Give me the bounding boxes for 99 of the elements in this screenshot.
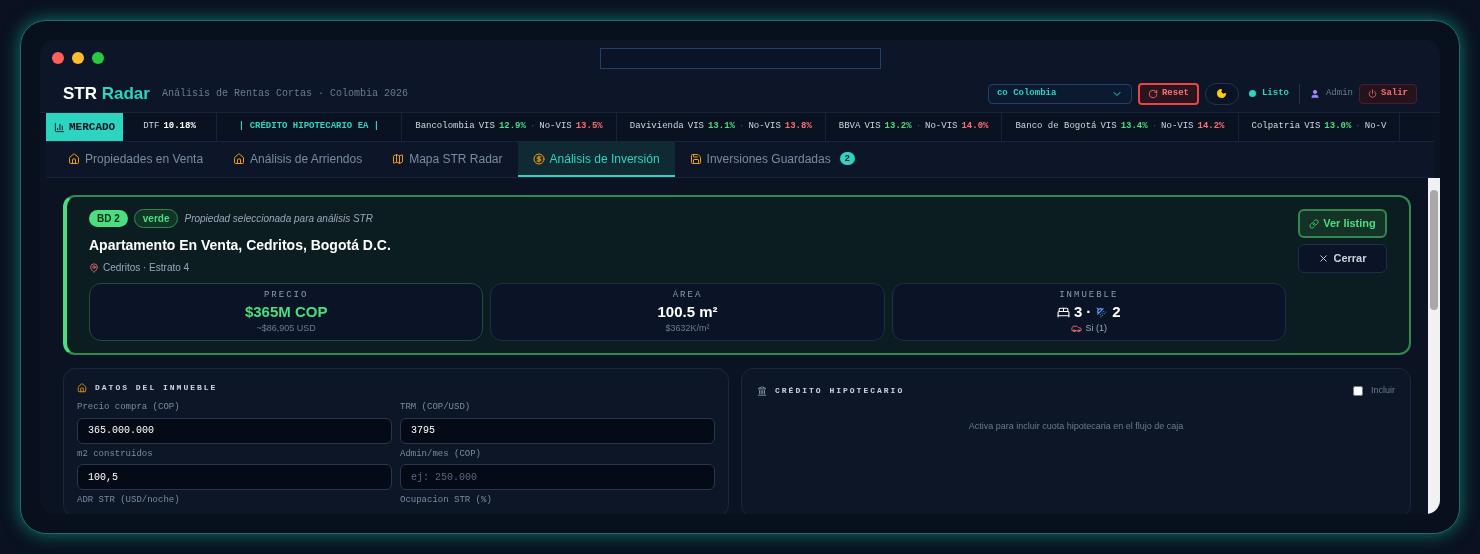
scrollbar[interactable] <box>1428 178 1440 514</box>
country-select[interactable]: co Colombia <box>987 83 1132 104</box>
ticker-value: 13.8% <box>784 120 812 134</box>
close-icon <box>1318 253 1330 264</box>
separator-dot: · <box>1151 120 1158 134</box>
price-value: $365M COP <box>244 302 328 322</box>
map-icon <box>392 152 405 165</box>
nav-tab[interactable]: Mapa STR Radar <box>377 142 518 177</box>
stat-label: PRECIO <box>263 288 309 302</box>
selection-note: Propiedad seleccionada para análisis STR <box>184 212 373 226</box>
panel-title: CRÉDITO HIPOTECARIO <box>775 384 905 397</box>
price-usd: ~$86,905 USD <box>256 322 316 335</box>
field-label: TRM (COP/USD) <box>400 401 472 414</box>
house-icon <box>77 383 87 393</box>
house-icon <box>233 152 246 165</box>
include-checkbox[interactable] <box>1353 385 1363 396</box>
ticker-label: VIS <box>1100 120 1117 134</box>
power-icon <box>1368 89 1377 98</box>
pin-icon <box>89 262 99 273</box>
field-label: m2 construidos <box>77 447 154 461</box>
input-field[interactable]: 3795 <box>400 417 715 444</box>
ticker-value: 13.5% <box>575 120 603 134</box>
ticker-value: 12.9% <box>498 120 526 134</box>
input-field[interactable]: 100,5 <box>77 464 392 490</box>
app-subtitle: Análisis de Rentas Cortas · Colombia 2026 <box>161 87 408 101</box>
ticker-label: No-VIS <box>925 120 958 134</box>
car-icon <box>1070 323 1082 335</box>
stat-label: INMUEBLE <box>1059 288 1119 302</box>
nav-tab[interactable]: Inversiones Guardadas 2 <box>674 142 870 177</box>
logout-button[interactable]: Salir <box>1359 83 1417 104</box>
bank-name: Bancolombia <box>415 120 475 134</box>
bathrooms-count: 2 <box>1112 302 1121 322</box>
theme-toggle[interactable] <box>1204 82 1239 105</box>
status-label: Listo <box>1261 86 1289 100</box>
coin-icon <box>532 152 545 165</box>
ticker-value: 13.2% <box>884 120 912 134</box>
user-icon <box>1309 88 1320 99</box>
ticker-label: VIS <box>864 120 881 134</box>
price-per-m2: $3632K/m² <box>665 322 710 335</box>
reset-button[interactable]: Reset <box>1137 82 1199 105</box>
ticker-label: No-VIS <box>748 120 781 134</box>
bank-name: Colpatria <box>1251 120 1301 134</box>
ticker-label: No-V <box>1364 120 1387 134</box>
bed-icon <box>1056 305 1070 319</box>
mortgage-hint: Activa para incluir cuota hipotecaria en el flujo de caja <box>967 419 1185 433</box>
separator-dot: · <box>915 120 922 134</box>
bank-icon <box>757 385 767 396</box>
ticker-label: DTF <box>143 120 160 134</box>
field-label: Precio compra (COP) <box>77 401 181 414</box>
view-listing-button[interactable]: Ver listing <box>1298 209 1387 238</box>
separator-dot: · <box>529 120 536 134</box>
area-value: 100.5 m² <box>657 302 718 322</box>
input-field[interactable]: 365.000.000 <box>77 417 392 444</box>
bank-name: Banco de Bogotá <box>1015 120 1097 134</box>
app-logo: STR Radar <box>63 82 150 105</box>
separator-dot: · <box>1086 302 1092 322</box>
checkbox-label: Incluir <box>1371 384 1395 397</box>
floppy-icon <box>689 152 702 165</box>
stat-label: ÁREA <box>672 288 703 302</box>
link-icon <box>1309 218 1320 229</box>
id-badge: BD 2 <box>89 210 128 227</box>
separator-dot: · <box>738 120 745 134</box>
bank-name: BBVA <box>838 120 861 134</box>
bedrooms-count: 3 <box>1073 302 1083 322</box>
ticker-value: 13.4% <box>1120 120 1148 134</box>
ticker-label: VIS <box>687 120 704 134</box>
user-name: Admin <box>1325 86 1353 100</box>
ticker-section-label: | CRÉDITO HIPOTECARIO EA | <box>216 113 403 141</box>
ticker-value: 10.18% <box>163 120 196 134</box>
shower-icon <box>1095 305 1109 319</box>
ticker-value: 14.2% <box>1197 120 1225 134</box>
input-field[interactable]: ej: 250.000 <box>400 464 715 490</box>
moon-icon <box>1216 88 1228 99</box>
ticker-value: 13.0% <box>1324 120 1352 134</box>
ticker-value: 13.1% <box>707 120 735 134</box>
close-button[interactable]: Cerrar <box>1298 244 1387 273</box>
ticker-value: 14.0% <box>961 120 989 134</box>
panel-title: DATOS DEL INMUEBLE <box>95 382 218 394</box>
ticker-label: VIS <box>478 120 495 134</box>
ticker-label: No-VIS <box>1161 120 1194 134</box>
property-title: Apartamento En Venta, Cedritos, Bogotá D.C. <box>89 236 392 255</box>
nav-tab[interactable]: Análisis de Arriendos <box>218 142 378 177</box>
nav-tab[interactable]: Análisis de Inversión <box>517 142 675 177</box>
bank-name: Davivienda <box>629 120 684 134</box>
parking-value: Si (1) <box>1085 322 1108 335</box>
ticker-label: No-VIS <box>539 120 572 134</box>
field-label: Admin/mes (COP) <box>400 447 482 461</box>
status-tag: verde <box>133 209 179 228</box>
refresh-icon <box>1147 88 1158 99</box>
ticker-label: VIS <box>1304 120 1321 134</box>
field-label: Ocupacion STR (%) <box>400 494 493 507</box>
bar-chart-icon <box>54 121 65 133</box>
property-location: Cedritos · Estrato 4 <box>103 261 190 275</box>
count-badge: 2 <box>839 151 855 166</box>
market-label: MERCADO <box>46 113 124 141</box>
separator-dot: · <box>1355 120 1361 134</box>
field-label: ADR STR (USD/noche) <box>77 494 181 507</box>
nav-tab[interactable]: Propiedades en Venta <box>53 142 219 177</box>
home-icon <box>68 152 80 165</box>
